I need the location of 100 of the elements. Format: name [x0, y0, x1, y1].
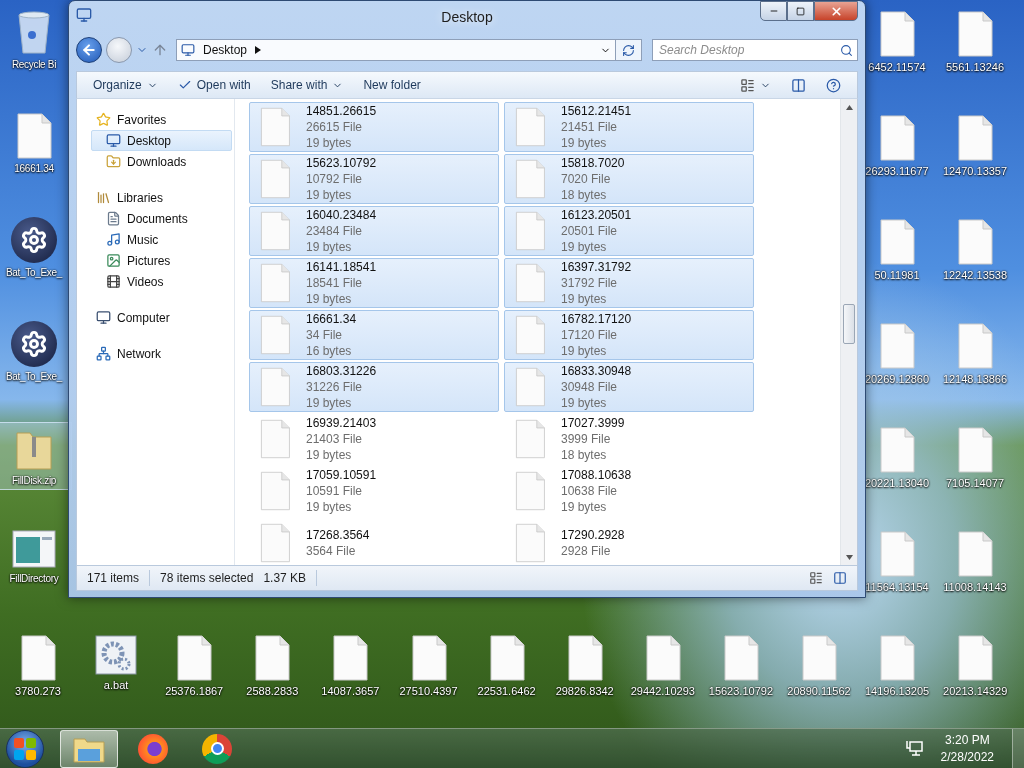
- tiles-view-icon[interactable]: [833, 571, 847, 585]
- breadcrumb[interactable]: Desktop: [201, 43, 250, 57]
- nav-item[interactable]: Music: [91, 229, 232, 250]
- gear-icon: [11, 217, 57, 263]
- file-icon: [174, 635, 215, 681]
- nav-item[interactable]: Computer: [81, 307, 232, 328]
- selection-size: 1.37 KB: [263, 571, 307, 585]
- music-icon: [106, 232, 121, 247]
- file-icon: [799, 635, 839, 681]
- file-icon: [513, 471, 547, 511]
- file-tile[interactable]: 16397.31792 31792 File 19 bytes: [504, 258, 754, 308]
- window-icon: [12, 529, 56, 569]
- file-icon: [513, 263, 547, 303]
- toolbar-button[interactable]: Share with: [262, 75, 352, 95]
- refresh-button[interactable]: [616, 39, 642, 61]
- file-tile[interactable]: 16939.21403 21403 File 19 bytes: [249, 414, 499, 464]
- minimize-button[interactable]: [760, 1, 787, 21]
- file-icon: [877, 219, 917, 265]
- show-desktop-button[interactable]: [1012, 729, 1024, 768]
- preview-pane-icon: [791, 77, 806, 93]
- file-tile[interactable]: 16040.23484 23484 File 19 bytes: [249, 206, 499, 256]
- clock[interactable]: 3:20 PM 2/28/2022: [936, 733, 998, 764]
- nav-item[interactable]: Libraries: [81, 187, 232, 208]
- search-icon: [840, 43, 853, 57]
- file-icon: [955, 635, 996, 681]
- scrollbar[interactable]: [840, 99, 857, 565]
- address-bar[interactable]: Desktop: [176, 39, 616, 61]
- file-tile[interactable]: 16123.20501 20501 File 19 bytes: [504, 206, 754, 256]
- network-icon[interactable]: [904, 739, 923, 758]
- firefox-icon: [138, 733, 168, 764]
- up-arrow-icon: [152, 42, 168, 58]
- back-button[interactable]: [76, 37, 102, 63]
- details-view-icon[interactable]: [809, 571, 823, 585]
- chevron-icon: [255, 46, 262, 54]
- file-icon: [14, 113, 54, 159]
- file-tile[interactable]: 14851.26615 26615 File 19 bytes: [249, 102, 499, 152]
- nav-item[interactable]: Videos: [91, 271, 232, 292]
- toolbar-button[interactable]: Open with: [169, 75, 259, 95]
- nav-item[interactable]: Desktop: [91, 130, 232, 151]
- file-icon: [955, 219, 995, 265]
- nav-item[interactable]: Favorites: [81, 109, 232, 130]
- item-count: 171 items: [87, 571, 140, 585]
- file-tile[interactable]: 17059.10591 10591 File 19 bytes: [249, 466, 499, 516]
- help-icon: [826, 77, 841, 93]
- file-tile[interactable]: 16782.17120 17120 File 19 bytes: [504, 310, 754, 360]
- file-icon: [513, 419, 547, 459]
- chrome-icon: [202, 733, 232, 764]
- file-icon: [258, 419, 292, 459]
- file-tile[interactable]: 16833.30948 30948 File 19 bytes: [504, 362, 754, 412]
- refresh-icon: [622, 43, 635, 57]
- file-icon: [877, 427, 917, 473]
- selection-count: 78 items selected: [160, 571, 254, 585]
- monitor-icon: [76, 7, 92, 23]
- file-icon: [877, 635, 918, 681]
- file-icon: [258, 211, 292, 251]
- start-button[interactable]: [6, 729, 44, 768]
- scroll-thumb[interactable]: [843, 304, 855, 344]
- file-icon: [258, 471, 292, 511]
- close-button[interactable]: [814, 1, 858, 21]
- taskbar-button[interactable]: [60, 729, 118, 768]
- toolbar-button[interactable]: Organize: [85, 75, 166, 95]
- file-icon: [955, 323, 995, 369]
- file-icon: [18, 635, 58, 681]
- document-icon: [106, 211, 121, 226]
- scroll-up-arrow-icon[interactable]: [845, 104, 853, 110]
- file-tile[interactable]: 16141.18541 18541 File 19 bytes: [249, 258, 499, 308]
- file-icon: [513, 367, 547, 407]
- library-icon: [96, 190, 111, 205]
- file-tile[interactable]: 15612.21451 21451 File 19 bytes: [504, 102, 754, 152]
- file-tile[interactable]: 15818.7020 7020 File 18 bytes: [504, 154, 754, 204]
- file-tile[interactable]: 15623.10792 10792 File 19 bytes: [249, 154, 499, 204]
- check-icon: [177, 78, 192, 92]
- file-icon: [258, 107, 292, 147]
- file-tile[interactable]: 16661.34 34 File 16 bytes: [249, 310, 499, 360]
- monitor-icon: [181, 43, 195, 57]
- file-icon: [955, 427, 995, 473]
- toolbar-button[interactable]: New folder: [355, 75, 429, 95]
- file-icon: [955, 11, 995, 57]
- maximize-button[interactable]: [787, 1, 814, 21]
- gear-icon: [11, 321, 57, 367]
- file-icon: [513, 107, 547, 147]
- window-title: Desktop: [441, 9, 493, 25]
- file-tile[interactable]: 17268.3564 3564 File: [249, 518, 499, 565]
- nav-item[interactable]: Documents: [91, 208, 232, 229]
- file-icon: [330, 635, 371, 681]
- nav-item[interactable]: Pictures: [91, 250, 232, 271]
- file-tile[interactable]: 17290.2928 2928 File: [504, 518, 754, 565]
- star-icon: [96, 112, 111, 127]
- picture-icon: [106, 253, 121, 268]
- download-folder-icon: [106, 154, 121, 169]
- file-tile[interactable]: 16803.31226 31226 File 19 bytes: [249, 362, 499, 412]
- nav-item[interactable]: Downloads: [91, 151, 232, 172]
- nav-item[interactable]: Network: [81, 343, 232, 364]
- file-icon: [258, 159, 292, 199]
- scroll-down-arrow-icon[interactable]: [845, 554, 853, 560]
- file-icon: [258, 263, 292, 303]
- file-icon: [252, 635, 293, 681]
- file-tile[interactable]: 17027.3999 3999 File 18 bytes: [504, 414, 754, 464]
- file-tile[interactable]: 17088.10638 10638 File 19 bytes: [504, 466, 754, 516]
- search-field[interactable]: Search Desktop: [652, 39, 858, 61]
